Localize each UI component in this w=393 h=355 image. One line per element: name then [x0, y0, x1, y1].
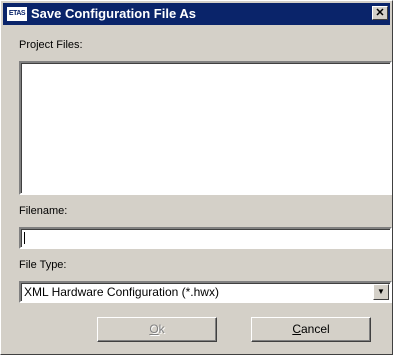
- ok-mnemonic: O: [149, 322, 159, 336]
- text-caret: [24, 232, 25, 244]
- filename-input[interactable]: [19, 227, 392, 249]
- dialog-title: Save Configuration File As: [31, 6, 196, 21]
- close-icon: ✕: [375, 7, 385, 19]
- cancel-button[interactable]: Cancel: [251, 317, 371, 342]
- file-type-label: File Type:: [19, 259, 67, 271]
- etas-app-icon: ETAS: [7, 7, 27, 21]
- project-files-label: Project Files:: [19, 39, 83, 51]
- close-button[interactable]: ✕: [372, 6, 388, 20]
- filename-label: Filename:: [19, 205, 68, 217]
- ok-label-rest: k: [158, 322, 165, 336]
- chevron-down-icon: ▼: [377, 287, 385, 296]
- cancel-mnemonic: C: [292, 322, 301, 336]
- ok-button[interactable]: Ok: [97, 317, 217, 342]
- file-type-select[interactable]: XML Hardware Configuration (*.hwx) ▼: [19, 281, 392, 303]
- file-type-value: XML Hardware Configuration (*.hwx): [24, 285, 219, 299]
- title-bar[interactable]: ETAS Save Configuration File As ✕: [3, 3, 390, 25]
- project-files-list[interactable]: [19, 61, 392, 195]
- dropdown-button[interactable]: ▼: [373, 284, 389, 300]
- save-dialog: ETAS Save Configuration File As ✕ Projec…: [0, 0, 393, 355]
- cancel-label-rest: ancel: [300, 322, 330, 336]
